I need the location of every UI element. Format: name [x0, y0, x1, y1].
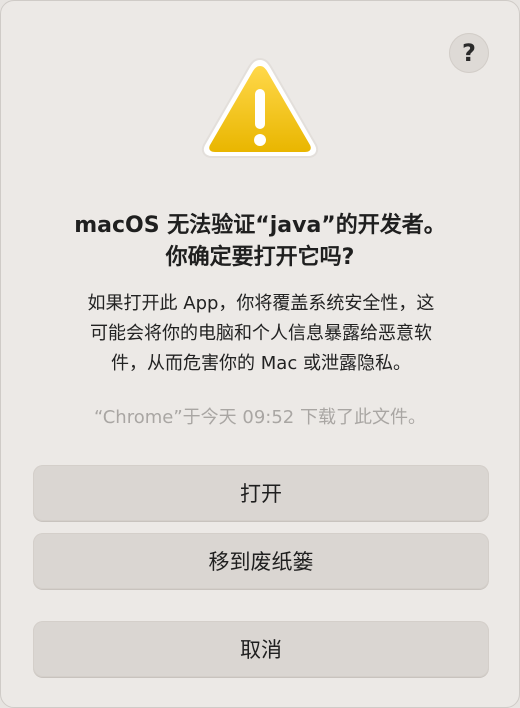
dialog-message-line-2: 可能会将你的电脑和个人信息暴露给恶意软	[90, 323, 432, 344]
dialog-title-line-2: 你确定要打开它吗?	[165, 245, 355, 270]
dialog-message-line-3: 件，从而危害你的 Mac 或泄露隐私。	[111, 353, 411, 374]
security-alert-dialog: ? macOS 无法验证“java”的开发者。 你确定要打开它吗? 如果打开此 …	[0, 0, 520, 708]
download-source-note: “Chrome”于今天 09:52 下载了此文件。	[94, 407, 426, 428]
dialog-title-line-1: macOS 无法验证“java”的开发者。	[74, 213, 446, 238]
dialog-message-line-1: 如果打开此 App，你将覆盖系统安全性，这	[87, 293, 435, 314]
warning-triangle-icon	[201, 57, 319, 158]
question-mark-icon: ?	[462, 39, 476, 67]
move-to-trash-button[interactable]: 移到废纸篓	[33, 533, 489, 589]
open-button[interactable]: 打开	[33, 465, 489, 521]
help-button[interactable]: ?	[449, 33, 489, 73]
cancel-button[interactable]: 取消	[33, 621, 489, 677]
